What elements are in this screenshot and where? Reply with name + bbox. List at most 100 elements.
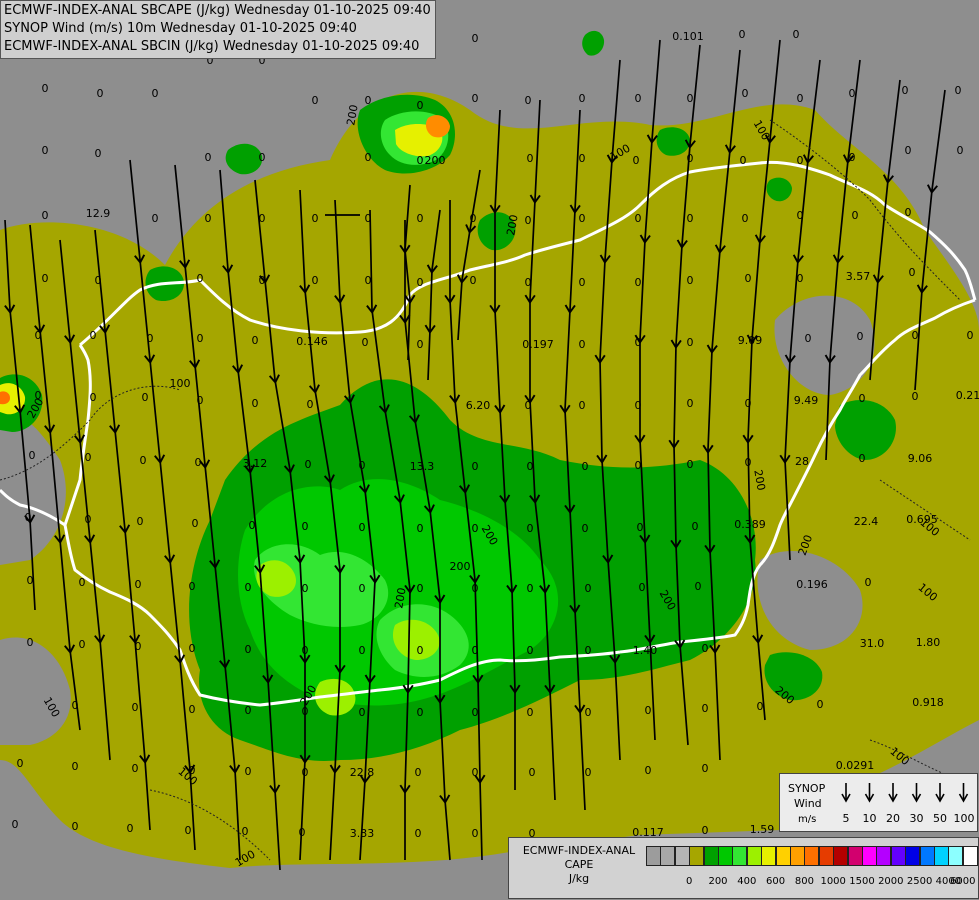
cape-legend-swatch	[775, 846, 791, 866]
cape-value-label: 0	[142, 391, 149, 404]
cape-value-label: 0	[29, 449, 36, 462]
cape-value-label: 0	[189, 642, 196, 655]
cape-value-label: 0	[687, 397, 694, 410]
cin-contour-label: 200	[425, 154, 446, 167]
cape-value-label: 0.146	[296, 335, 328, 348]
cape-value-label: 0	[702, 642, 709, 655]
cape-value-label: 0	[259, 274, 266, 287]
cape-value-label: 28	[795, 455, 809, 468]
cape-value-label: 22.4	[854, 515, 879, 528]
cape-value-label: 0	[362, 336, 369, 349]
cape-value-label: 0	[905, 206, 912, 219]
cape-value-label: 0	[252, 397, 259, 410]
cape-value-label: 0	[312, 94, 319, 107]
cape-value-label: 0	[579, 338, 586, 351]
cape-value-label: 22.8	[350, 766, 375, 779]
cape-value-label: 0	[192, 517, 199, 530]
cape-value-label: 0	[359, 706, 366, 719]
cape-value-label: 0	[242, 825, 249, 838]
cape-legend-swatch	[833, 846, 849, 866]
cape-value-label: 0	[417, 522, 424, 535]
cape-value-label: 0	[472, 92, 479, 105]
cape-value-label: 0	[687, 336, 694, 349]
wind-legend: SYNOP Wind m/s 5 10 20 30 50 100	[779, 773, 978, 832]
cape-value-label: 0	[757, 700, 764, 713]
cape-value-label: 0	[529, 766, 536, 779]
cape-value-label: 0	[967, 329, 974, 342]
cape-legend-tick: 600	[766, 876, 786, 887]
cape-value-label: 0	[365, 274, 372, 287]
cape-value-label: 0	[72, 760, 79, 773]
cape-legend-swatch	[761, 846, 777, 866]
cape-value-label: 0	[365, 94, 372, 107]
cape-value-label: 0	[797, 92, 804, 105]
cape-value-label: 0	[249, 519, 256, 532]
cape-value-label: 0	[97, 87, 104, 100]
cape-value-label: 3.12	[243, 457, 268, 470]
cape-value-label: 0	[742, 87, 749, 100]
cape-value-label: 0	[579, 399, 586, 412]
cape-value-label: 0	[42, 144, 49, 157]
cape-legend-tick: 0	[686, 876, 693, 887]
cape-value-label: 0	[259, 212, 266, 225]
cape-value-label: 0	[12, 818, 19, 831]
cape-value-label: 0	[417, 644, 424, 657]
wind-legend-arrow	[888, 783, 898, 803]
cape-value-label: 0	[702, 762, 709, 775]
cape-value-label: 0	[687, 92, 694, 105]
cape-value-label: 0	[17, 757, 24, 770]
cape-legend-swatch	[962, 846, 978, 866]
cape-legend-swatch	[718, 846, 733, 866]
cape-value-label: 0	[27, 636, 34, 649]
header-line-sbcin: ECMWF-INDEX-ANAL SBCIN (J/kg) Wednesday …	[4, 39, 420, 54]
cape-value-label: 0.0291	[836, 759, 875, 772]
cape-value-label: 9.06	[908, 452, 933, 465]
cape-value-label: 0	[245, 765, 252, 778]
cape-value-label: 0	[912, 390, 919, 403]
wind-legend-speed-label: 20	[886, 812, 900, 825]
cape-value-label: 0	[527, 644, 534, 657]
cape-value-label: 0	[687, 458, 694, 471]
wind-legend-arrow	[864, 783, 875, 803]
cape-value-label: 0	[527, 706, 534, 719]
cape-value-label: 0	[299, 826, 306, 839]
cape-value-label: 0	[35, 329, 42, 342]
cape-value-label: 0	[859, 392, 866, 405]
cape-value-label: 6.20	[466, 399, 491, 412]
cape-value-label: 0	[742, 212, 749, 225]
cape-value-label: 0	[805, 332, 812, 345]
cape-legend-swatch	[674, 846, 690, 866]
wind-legend-arrow	[935, 783, 945, 803]
cape-value-label: 0.101	[672, 30, 704, 43]
cape-legend-unit: J/kg	[568, 872, 590, 885]
cape-value-label: 0	[152, 212, 159, 225]
cape-value-label: 0.21	[956, 389, 979, 402]
cape-value-label: 0	[189, 580, 196, 593]
cape-legend-swatch	[646, 846, 661, 866]
cape-value-label: 0	[140, 454, 147, 467]
cape-value-label: 0	[72, 820, 79, 833]
cape-value-label: 0	[90, 391, 97, 404]
cape-value-label: 0	[905, 144, 912, 157]
cape-value-label: 0	[909, 266, 916, 279]
cape-legend-tick: 2500	[906, 876, 933, 887]
cape-value-label: 0	[527, 582, 534, 595]
wind-legend-arrow	[841, 783, 851, 803]
cape-value-label: 12.9	[86, 207, 111, 220]
cape-value-label: 0	[645, 764, 652, 777]
cin-contour-label: 200	[450, 560, 471, 573]
cape-value-label: 0	[633, 154, 640, 167]
cape-value-label: 0	[579, 276, 586, 289]
cape-value-label: 0	[849, 87, 856, 100]
cape-legend-tick: 6000	[950, 876, 976, 887]
cape-value-label: 0	[635, 276, 642, 289]
cape-value-label: 0	[745, 272, 752, 285]
wind-legend-speed-label: 10	[862, 812, 877, 825]
cape-value-label: 0	[42, 209, 49, 222]
cape-value-label: 0	[635, 212, 642, 225]
cape-value-label: 0	[797, 272, 804, 285]
cape-value-label: 0	[132, 701, 139, 714]
cape-value-label: 0	[472, 644, 479, 657]
cape-legend-swatch	[790, 846, 805, 866]
cape-legend-swatch	[818, 846, 834, 866]
